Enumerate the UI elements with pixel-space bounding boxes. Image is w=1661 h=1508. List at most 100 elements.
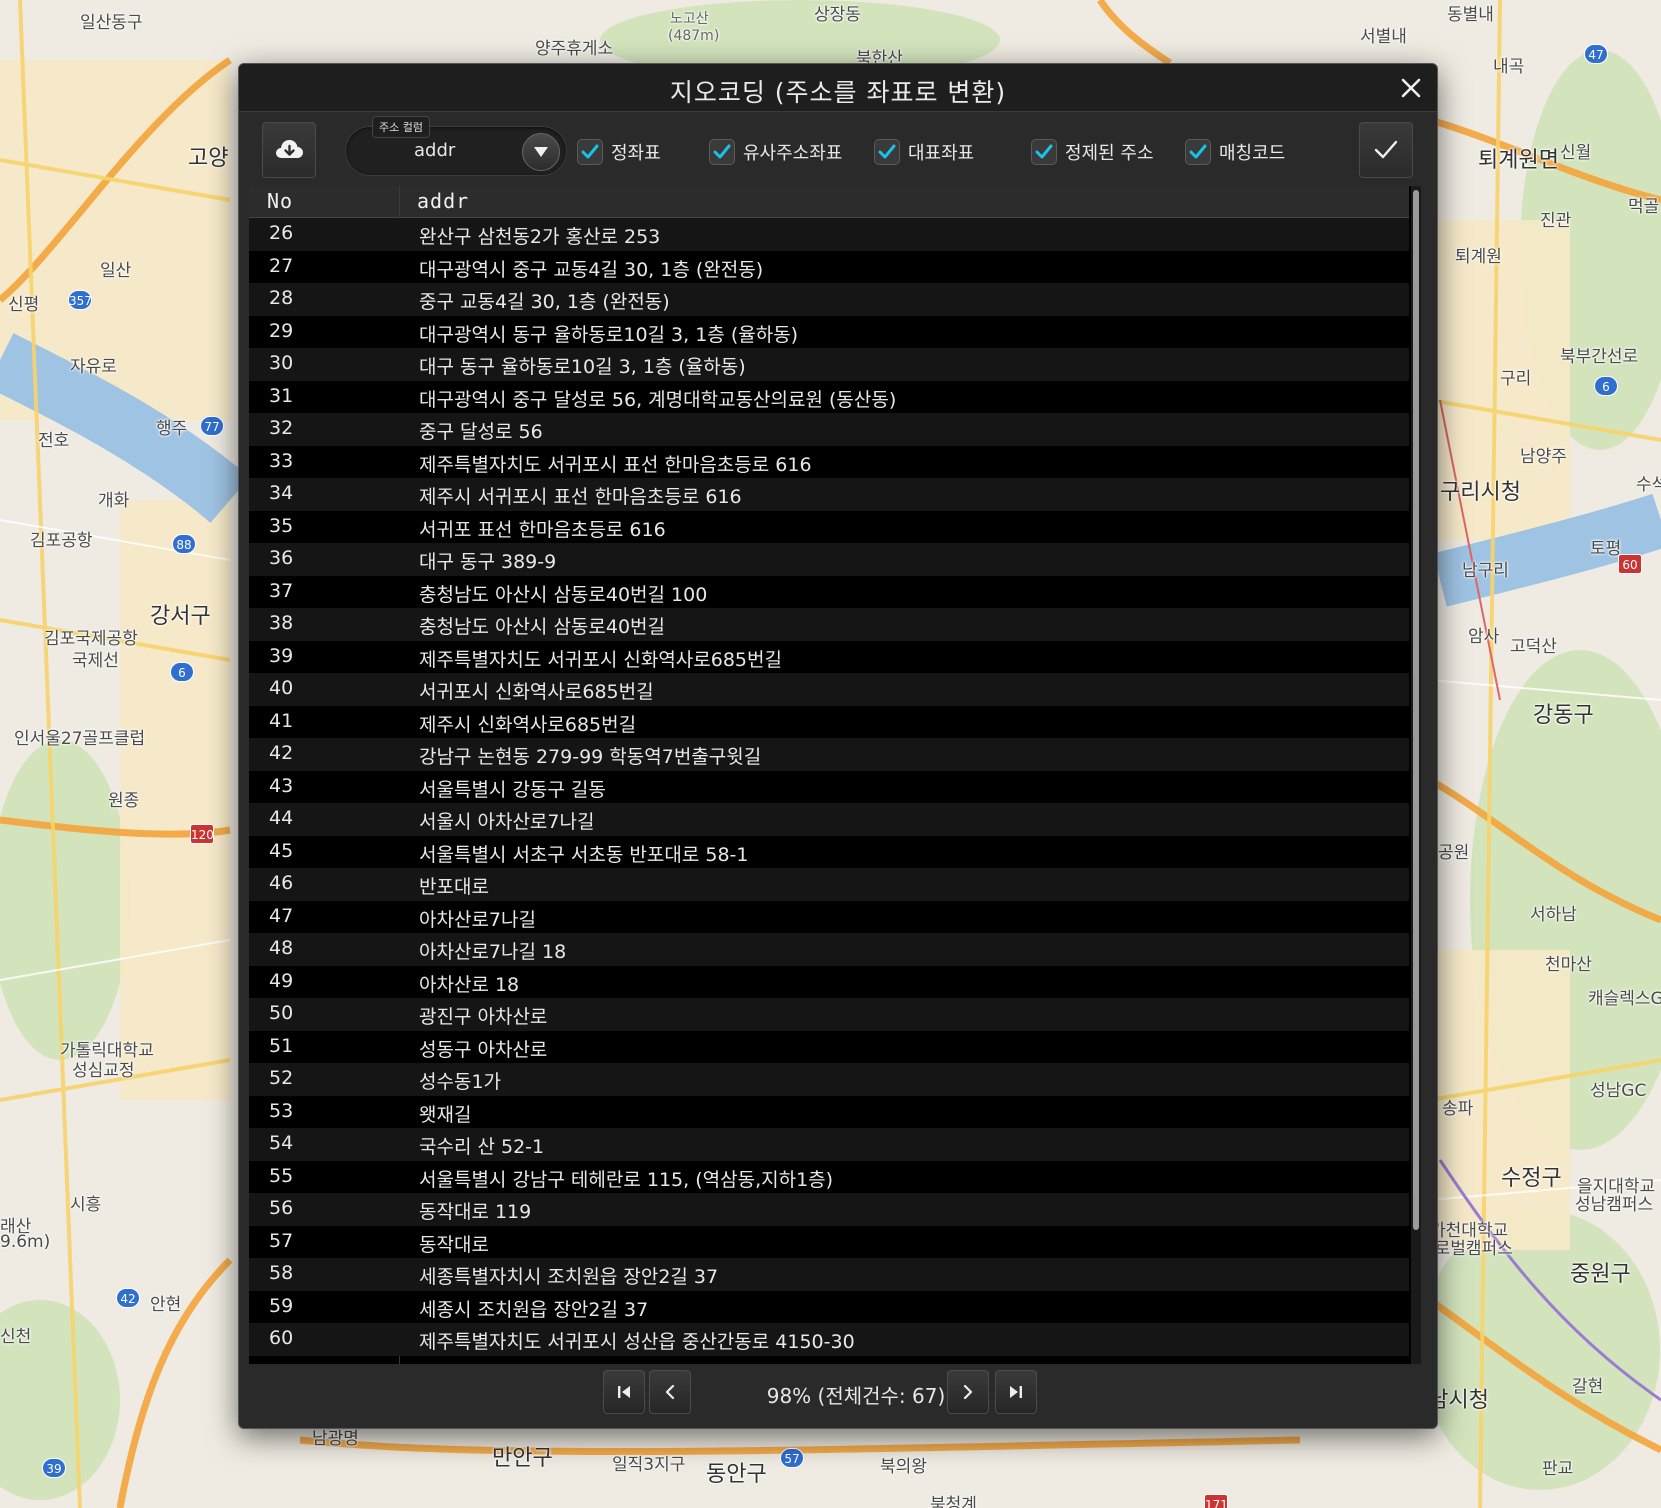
cell-addr: 세종특별자치시 조치원읍 장안2길 37 xyxy=(419,1266,719,1288)
table-row[interactable]: 26 완산구 삼천동2가 홍산로 253 xyxy=(249,218,1409,251)
table-header: No addr xyxy=(249,186,1409,218)
cell-addr: 서울시 아차산로7나길 xyxy=(419,811,595,833)
table-row[interactable]: 38 충청남도 아산시 삼동로40번길 xyxy=(249,608,1409,641)
cell-no: 48 xyxy=(269,937,294,959)
apply-button[interactable] xyxy=(1359,122,1413,178)
cell-no: 44 xyxy=(269,807,294,829)
table-row[interactable]: 45 서울특별시 서초구 서초동 반포대로 58-1 xyxy=(249,835,1409,868)
cell-addr: 중구 교동4길 30, 1층 (완전동) xyxy=(419,291,670,313)
table-row[interactable]: 30 대구 동구 율하동로10길 3, 1층 (율하동) xyxy=(249,348,1409,381)
close-button[interactable] xyxy=(1393,70,1429,106)
cell-no: 29 xyxy=(269,319,294,342)
table-row[interactable]: 34 제주시 서귀포시 표선 한마음초등로 616 xyxy=(249,478,1409,511)
checkbox-matching-code[interactable] xyxy=(1185,139,1211,165)
table-row[interactable]: 32 중구 달성로 56 xyxy=(249,413,1409,446)
cell-addr: 왯재길 xyxy=(419,1103,472,1126)
address-table[interactable]: No addr 26 완산구 삼천동2가 홍산로 253 27 대구광역시 중구 교동… xyxy=(249,186,1421,1364)
cell-no: 60 xyxy=(269,1327,294,1349)
table-row[interactable]: 49 아차산로 18 xyxy=(249,965,1409,998)
table-body: 26 완산구 삼천동2가 홍산로 253 27 대구광역시 중구 교동4길 30, 1… xyxy=(249,218,1409,1356)
table-row[interactable]: 40 서귀포시 신화역사로685번길 xyxy=(249,673,1409,706)
scrollbar-thumb[interactable] xyxy=(1413,190,1419,1230)
option-similar-address-coordinate[interactable]: 유사주소좌표 xyxy=(709,138,842,166)
cell-addr: 충청남도 아산시 삼동로40번길 xyxy=(419,616,666,638)
address-column-select[interactable]: 주소 컬럼 addr xyxy=(345,116,567,176)
cell-no: 59 xyxy=(269,1294,294,1317)
option-matching-code[interactable]: 매칭코드 xyxy=(1185,138,1285,166)
table-row[interactable]: 59 세종시 조치원읍 장안2길 37 xyxy=(249,1290,1409,1323)
dropdown-arrow-button[interactable] xyxy=(522,133,560,171)
option-label: 매칭코드 xyxy=(1219,143,1286,164)
cell-no: 33 xyxy=(269,449,294,472)
cell-no: 32 xyxy=(269,417,294,439)
option-exact-coordinate[interactable]: 정좌표 xyxy=(577,138,661,166)
cell-no: 51 xyxy=(269,1034,294,1057)
triangle-down-icon xyxy=(534,147,548,157)
table-scrollbar[interactable] xyxy=(1411,186,1421,1364)
checkbox-representative-coordinate[interactable] xyxy=(874,139,900,165)
cell-no: 26 xyxy=(269,222,294,244)
cell-addr: 광진구 아차산로 xyxy=(419,1006,548,1028)
table-row[interactable]: 41 제주시 신화역사로685번길 xyxy=(249,705,1409,738)
table-row[interactable]: 27 대구광역시 중구 교동4길 30, 1층 (완전동) xyxy=(249,250,1409,283)
option-label: 유사주소좌표 xyxy=(743,143,843,164)
table-row[interactable]: 55 서울특별시 강남구 테헤란로 115, (역삼동,지하1층) xyxy=(249,1160,1409,1193)
cell-no: 49 xyxy=(269,969,294,992)
table-row[interactable]: 48 아차산로7나길 18 xyxy=(249,933,1409,966)
chevron-right-icon xyxy=(963,1384,973,1400)
table-row[interactable]: 60 제주특별자치도 서귀포시 성산읍 중산간동로 4150-30 xyxy=(249,1323,1409,1356)
cell-no: 52 xyxy=(269,1067,294,1089)
cell-addr: 대구광역시 중구 교동4길 30, 1층 (완전동) xyxy=(419,258,764,281)
cell-addr: 서귀포 표선 한마음초등로 616 xyxy=(419,518,666,541)
table-row[interactable]: 36 대구 동구 389-9 xyxy=(249,543,1409,576)
dialog-title: 지오코딩 (주소를 좌표로 변환) xyxy=(669,78,1007,107)
cell-no: 41 xyxy=(269,709,294,732)
check-icon xyxy=(713,144,731,159)
previous-page-button[interactable] xyxy=(649,1370,691,1414)
cell-no: 37 xyxy=(269,579,294,602)
table-row[interactable]: 56 동작대로 119 xyxy=(249,1193,1409,1226)
checkbox-refined-address[interactable] xyxy=(1031,139,1057,165)
table-row[interactable]: 58 세종특별자치시 조치원읍 장안2길 37 xyxy=(249,1258,1409,1291)
table-row[interactable]: 28 중구 교동4길 30, 1층 (완전동) xyxy=(249,283,1409,316)
table-row[interactable]: 31 대구광역시 중구 달성로 56, 계명대학교동산의료원 (동산동) xyxy=(249,380,1409,413)
table-row[interactable]: 52 성수동1가 xyxy=(249,1063,1409,1096)
cell-no: 58 xyxy=(269,1262,294,1284)
table-row[interactable]: 53 왯재길 xyxy=(249,1095,1409,1128)
cell-addr: 성수동1가 xyxy=(419,1071,502,1093)
cell-addr: 성동구 아차산로 xyxy=(419,1038,548,1061)
table-row[interactable]: 54 국수리 산 52-1 xyxy=(249,1128,1409,1161)
checkbox-similar-address-coordinate[interactable] xyxy=(709,139,735,165)
table-row[interactable]: 42 강남구 논현동 279-99 학동역7번출구윗길 xyxy=(249,738,1409,771)
cell-addr: 아차산로7나길 xyxy=(419,908,536,931)
table-row[interactable]: 50 광진구 아차산로 xyxy=(249,998,1409,1031)
download-button[interactable] xyxy=(262,122,316,178)
check-icon xyxy=(1189,144,1207,159)
cell-no: 56 xyxy=(269,1197,294,1219)
next-page-button[interactable] xyxy=(947,1370,989,1414)
table-row[interactable]: 44 서울시 아차산로7나길 xyxy=(249,803,1409,836)
table-row[interactable]: 35 서귀포 표선 한마음초등로 616 xyxy=(249,510,1409,543)
option-refined-address[interactable]: 정제된 주소 xyxy=(1031,138,1154,166)
table-row[interactable]: 33 제주특별자치도 서귀포시 표선 한마음초등로 616 xyxy=(249,445,1409,478)
checkmark-icon xyxy=(1374,140,1398,159)
table-row[interactable]: 51 성동구 아차산로 xyxy=(249,1030,1409,1063)
table-row[interactable]: 39 제주특별자치도 서귀포시 신화역사로685번길 xyxy=(249,640,1409,673)
table-row[interactable]: 47 아차산로7나길 xyxy=(249,900,1409,933)
table-row[interactable]: 37 충청남도 아산시 삼동로40번길 100 xyxy=(249,575,1409,608)
table-row[interactable]: 57 동작대로 xyxy=(249,1225,1409,1258)
checkbox-exact-coordinate[interactable] xyxy=(577,139,603,165)
first-page-button[interactable] xyxy=(603,1370,645,1414)
address-column-caption: 주소 컬럼 xyxy=(372,116,430,138)
dialog-titlebar[interactable]: 지오코딩 (주소를 좌표로 변환) xyxy=(239,64,1437,112)
option-representative-coordinate[interactable]: 대표좌표 xyxy=(874,138,974,166)
column-header-no[interactable]: No xyxy=(267,189,293,213)
cell-no: 36 xyxy=(269,547,294,569)
column-header-addr[interactable]: addr xyxy=(417,189,469,213)
check-icon xyxy=(878,144,896,159)
table-row[interactable]: 43 서울특별시 강동구 길동 xyxy=(249,770,1409,803)
table-row[interactable]: 29 대구광역시 동구 율하동로10길 3, 1층 (율하동) xyxy=(249,315,1409,348)
last-page-button[interactable] xyxy=(995,1370,1037,1414)
cloud-download-icon xyxy=(276,140,303,158)
table-row[interactable]: 46 반포대로 xyxy=(249,868,1409,901)
